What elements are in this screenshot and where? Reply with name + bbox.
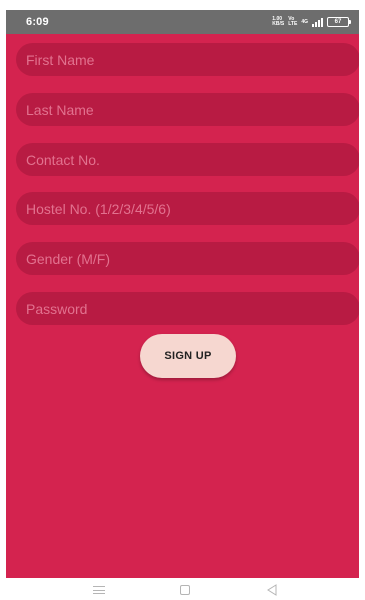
battery-level: 67 — [334, 19, 342, 25]
contact-number-input[interactable] — [16, 143, 359, 176]
app-screen: 6:09 1.00 KB/S Vo LTE 4G 67 First Name L… — [6, 10, 359, 578]
square-home-icon[interactable] — [180, 585, 190, 595]
password-input[interactable] — [16, 292, 359, 325]
volte-bottom: LTE — [288, 21, 298, 27]
network-speed: 1.00 KB/S — [272, 17, 284, 27]
battery-icon: 67 — [327, 17, 351, 27]
volte-indicator: Vo LTE — [288, 17, 297, 27]
gender-input[interactable] — [16, 242, 359, 275]
last-name-input[interactable] — [16, 93, 359, 126]
signal-label-text: 4G — [301, 18, 308, 25]
sign-up-button[interactable]: SIGN UP — [140, 334, 236, 378]
status-time: 6:09 — [26, 16, 49, 28]
menu-icon[interactable] — [93, 586, 105, 594]
status-icons: 1.00 KB/S Vo LTE 4G 67 — [272, 17, 351, 27]
signal-label: 4G — [301, 18, 308, 25]
navigation-bar — [0, 578, 365, 600]
triangle-back-icon[interactable] — [266, 584, 278, 596]
network-speed-unit: KB/S — [272, 21, 285, 27]
hostel-number-input[interactable] — [16, 192, 359, 225]
signal-icon — [312, 17, 323, 27]
status-bar: 6:09 1.00 KB/S Vo LTE 4G 67 — [6, 10, 359, 34]
first-name-input[interactable] — [16, 43, 359, 76]
